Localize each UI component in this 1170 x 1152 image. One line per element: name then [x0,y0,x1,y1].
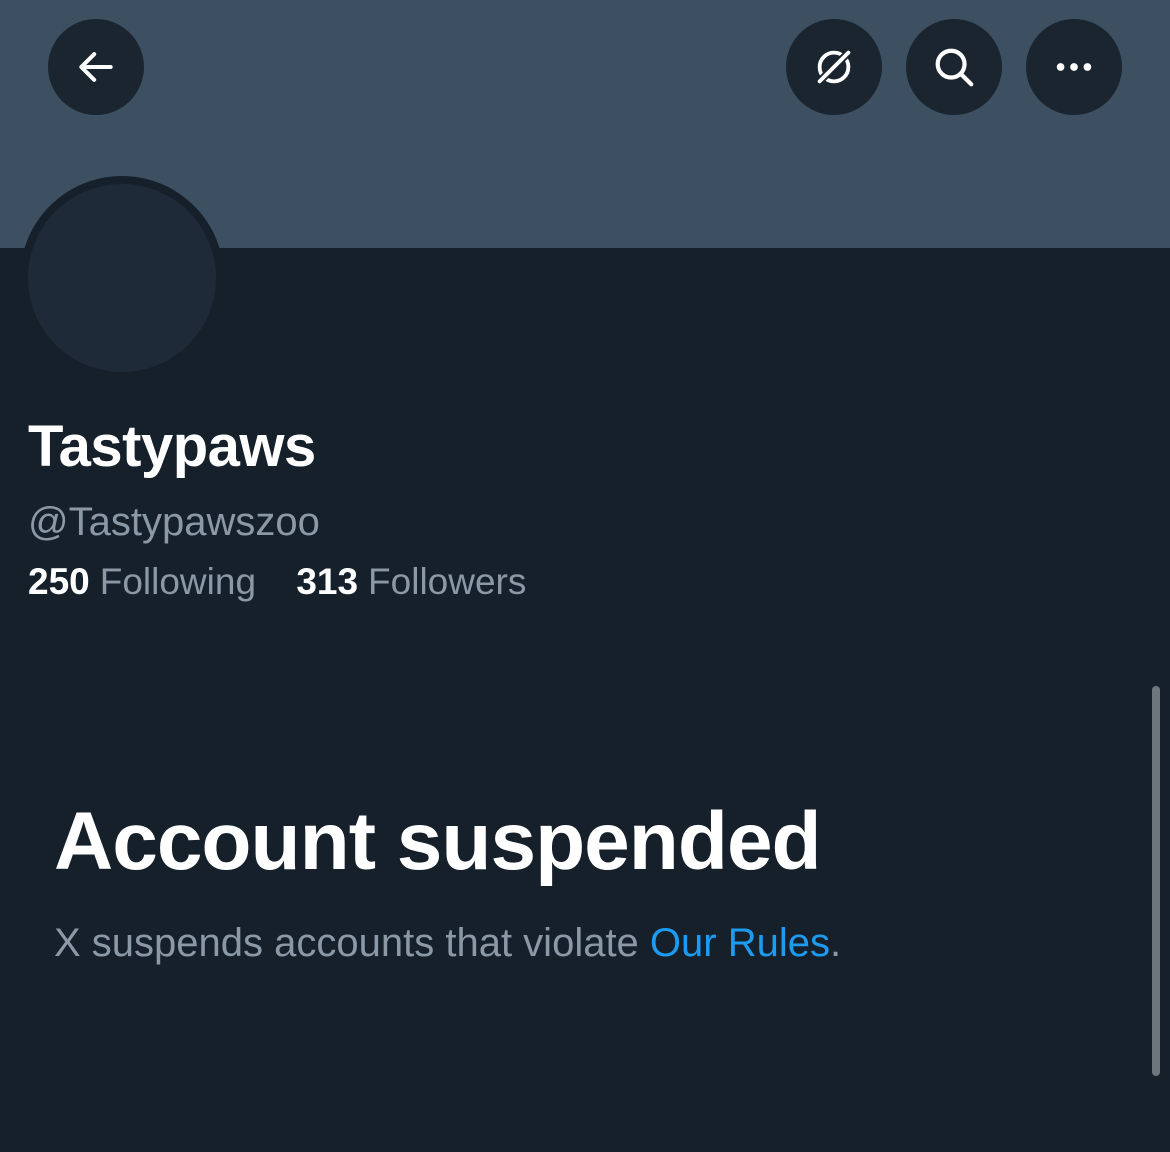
followers-count: 313 [296,561,359,602]
search-button[interactable] [906,19,1002,115]
avatar[interactable] [28,184,216,372]
followers-label: Followers [368,561,527,602]
arrow-left-icon [74,45,118,89]
following-count: 250 [28,561,90,602]
following-stat[interactable]: 250 Following [28,558,256,606]
search-icon [931,44,977,90]
scrollbar[interactable] [1152,686,1160,1076]
display-name: Tastypaws [28,414,316,479]
more-dots-icon [1051,44,1097,90]
suspension-message: X suspends accounts that violate Our Rul… [54,916,841,970]
suspension-message-period: . [829,921,842,965]
grok-icon [811,44,857,90]
followers-stat[interactable]: 313 Followers [296,558,526,606]
profile-stats: 250 Following 313 Followers [28,558,526,606]
grok-button[interactable] [786,19,882,115]
suspension-title: Account suspended [54,796,822,887]
following-label: Following [99,561,257,602]
our-rules-link[interactable]: Our Rules [650,921,830,965]
back-button[interactable] [48,19,144,115]
suspension-message-text: X suspends accounts that violate [54,921,650,965]
user-handle: @Tastypawszoo [28,500,320,544]
more-button[interactable] [1026,19,1122,115]
